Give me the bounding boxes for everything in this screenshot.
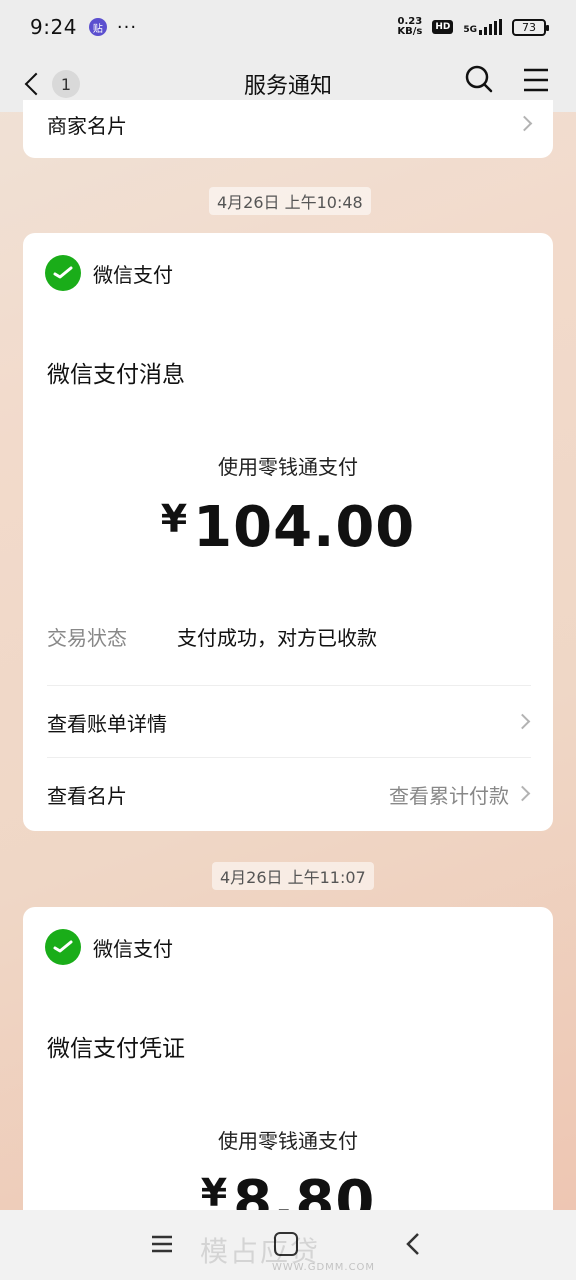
hd-icon: HD (432, 20, 454, 34)
status-label: 交易状态 (47, 626, 127, 650)
search-icon[interactable] (464, 64, 494, 94)
wechat-pay-icon (45, 255, 81, 291)
menu-icon[interactable] (522, 66, 550, 94)
more-notifications-icon: ··· (116, 16, 138, 38)
view-card-row[interactable]: 查看名片 查看累计付款 (23, 758, 553, 828)
view-bill-row[interactable]: 查看账单详情 (23, 686, 553, 756)
chevron-right-icon (514, 713, 531, 730)
network-speed: 0.23 KB/s (397, 16, 423, 37)
merchant-card-row[interactable]: 商家名片 (23, 100, 553, 158)
pay-method: 使用零钱通支付 (218, 1129, 358, 1153)
payment-message-card: 微信支付 微信支付凭证 使用零钱通支付 ¥8.80 (23, 907, 553, 1237)
notification-app-icon: 贴 (88, 18, 107, 36)
sender-header: 微信支付 (45, 929, 173, 965)
clock: 9:24 (30, 15, 77, 39)
message-title: 微信支付凭证 (47, 1036, 185, 1062)
recent-apps-icon[interactable] (150, 1232, 174, 1256)
currency-symbol: ¥ (160, 497, 188, 541)
view-bill-label: 查看账单详情 (47, 712, 167, 736)
status-bar: 9:24 贴 ··· 0.23 KB/s HD 5G 73 (0, 0, 576, 54)
sender-name: 微信支付 (93, 936, 173, 961)
chevron-right-icon (516, 115, 533, 132)
wechat-pay-icon (45, 929, 81, 965)
payment-amount: ¥104.00 (160, 495, 416, 560)
merchant-card-label: 商家名片 (47, 114, 127, 138)
view-card-label: 查看名片 (47, 784, 127, 808)
view-total-payments-label: 查看累计付款 (389, 784, 509, 808)
watermark-url: WWW.GDMM.COM (272, 1262, 376, 1273)
system-back-icon[interactable] (402, 1232, 426, 1256)
sender-name: 微信支付 (93, 262, 173, 287)
message-timestamp: 4月26日 上午11:07 (212, 862, 374, 890)
currency-symbol: ¥ (200, 1171, 228, 1215)
message-title: 微信支付消息 (47, 362, 185, 388)
payment-message-card: 微信支付 微信支付消息 使用零钱通支付 ¥104.00 交易状态 支付成功，对方… (23, 233, 553, 831)
sender-header: 微信支付 (45, 255, 173, 291)
signal-icon: 5G (463, 19, 502, 35)
system-nav-bar: 模占应贷 WWW.GDMM.COM (0, 1210, 576, 1280)
chevron-right-icon (514, 785, 531, 802)
status-value: 支付成功，对方已收款 (177, 626, 377, 650)
battery-icon: 73 (512, 18, 549, 36)
pay-method: 使用零钱通支付 (218, 455, 358, 479)
message-timestamp: 4月26日 上午10:48 (209, 187, 371, 215)
